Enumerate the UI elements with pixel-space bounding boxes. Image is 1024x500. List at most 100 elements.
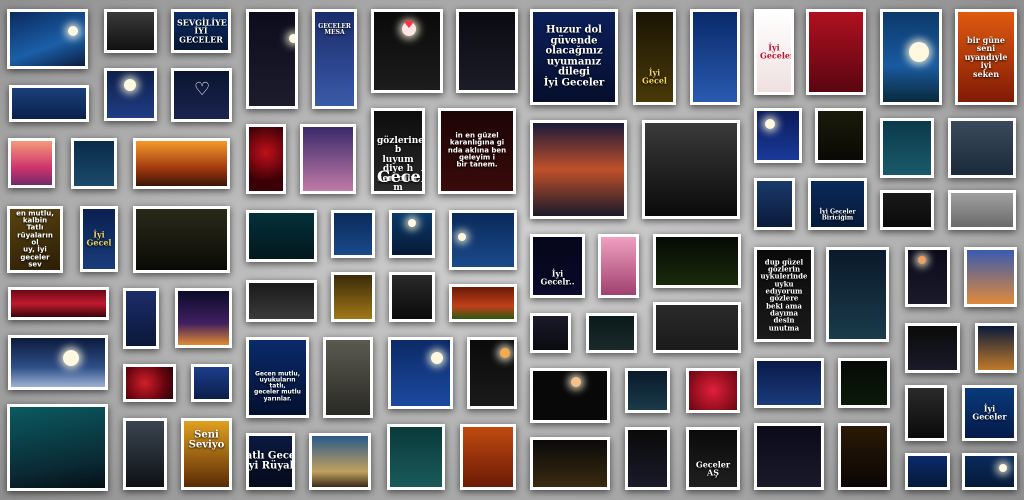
thumbnail-blue-text[interactable] (9, 85, 89, 122)
thumbnail-blue-tree[interactable] (754, 178, 795, 230)
thumbnail-dark-text[interactable] (815, 108, 866, 163)
thumbnail-en-guzel[interactable]: in en güzel karanlığına gi nda aklına be… (438, 108, 516, 194)
thumbnail-iyi-geceler-pink[interactable]: İyi Geceler (754, 9, 794, 95)
thumbnail-dark-quote2[interactable] (754, 423, 824, 490)
thumbnail-dark-rain[interactable] (389, 272, 435, 322)
caption-iyi-geceler-son: İyi Geceler (972, 403, 1007, 422)
thumbnail-night-text[interactable] (71, 138, 117, 189)
thumbnail-blue-night[interactable] (754, 358, 824, 408)
thumbnail-autumn-leaves[interactable] (460, 424, 516, 490)
thumbnail-pink-flowers[interactable] (598, 234, 639, 298)
thumbnail-green-glow[interactable] (838, 358, 890, 408)
thumbnail-teal-branch[interactable] (387, 424, 445, 490)
thumbnail-sevgiliye[interactable]: SEVGİLİYE İYİ GECELER (171, 9, 231, 53)
thumbnail-blue-script[interactable] (905, 453, 950, 490)
thumbnail-tulips[interactable] (449, 284, 517, 322)
thumbnail-green-text[interactable] (586, 313, 637, 353)
thumbnail-dark-heart[interactable] (905, 323, 960, 373)
thumbnail-tatli-geceler[interactable]: Tatlı Geceler iyi Rüyalar (246, 433, 295, 490)
thumbnail-moon-night[interactable] (7, 9, 88, 69)
thumbnail-purple-sky[interactable] (300, 124, 356, 194)
thumbnail-girl-window[interactable] (331, 210, 375, 258)
thumbnail-stars-text[interactable] (456, 9, 518, 93)
thumbnail-grey-text[interactable] (246, 280, 317, 322)
thumbnail-gray-text[interactable] (905, 385, 947, 441)
thumbnail-heart-moon[interactable]: ♥ (371, 9, 443, 93)
thumbnail-sea-moon[interactable] (975, 323, 1017, 373)
thumbnail-autumn-road[interactable] (133, 138, 230, 189)
thumbnail-foggy-road[interactable] (948, 118, 1016, 178)
caption-iyi-geceler-pink: İyi Geceler (760, 42, 794, 61)
thumbnail-dark-stars[interactable] (246, 9, 298, 109)
thumbnail-rain-road[interactable] (323, 337, 373, 418)
thumbnail-heart-lights[interactable]: ♡ (171, 68, 232, 122)
thumbnail-city-night[interactable] (530, 437, 610, 490)
thumbnail-seni-seviyorum[interactable]: Seni Seviyo (181, 418, 232, 490)
thumbnail-moon-lake-big[interactable] (880, 9, 942, 105)
thumbnail-moon-lights[interactable] (905, 247, 950, 307)
thumbnail-moon-blue[interactable] (104, 68, 157, 121)
thumbnail-dark-green[interactable] (653, 234, 741, 288)
thumbnail-red-hearts[interactable] (806, 9, 866, 95)
thumbnail-geceler-mesaj[interactable]: GECELER MESA (312, 9, 357, 109)
thumbnail-red-heart[interactable] (686, 368, 740, 413)
moon-icon (124, 79, 136, 91)
thumbnail-orange-moon[interactable] (467, 337, 517, 409)
thumbnail-couple-night[interactable] (123, 288, 159, 349)
thumbnail-iyi-geceler-blue[interactable] (191, 364, 232, 402)
thumbnail-rose-sunset[interactable] (964, 247, 1017, 307)
caption-iyi-geceler-serif: İyi Gecel (86, 229, 112, 248)
thumbnail-night-road[interactable] (530, 313, 571, 353)
caption-geceler-mesaj: GECELER MESA (318, 23, 351, 37)
thumbnail-golden-text[interactable]: en mutlu, kalbin Tatlı rüyaların ol uy, … (7, 206, 63, 273)
thumbnail-bir-gune[interactable]: bir güne seni uyandıyle iyi seken (955, 9, 1017, 105)
thumbnail-orange-text[interactable] (838, 423, 890, 490)
thumbnail-moon-lake[interactable] (388, 337, 453, 409)
thumbnail-stars-moon[interactable] (449, 210, 517, 270)
moon-icon (68, 26, 78, 36)
heart-icon: ♡ (194, 79, 211, 100)
thumbnail-crescent-night[interactable] (389, 210, 435, 258)
thumbnail-geceler-asi[interactable]: Geceler AŞ (686, 427, 740, 490)
thumbnail-moon-clouds[interactable] (8, 335, 108, 390)
thumbnail-red-roses-small[interactable] (625, 368, 670, 413)
thumbnail-iyi-geceler-kisa[interactable]: İyi Gecelr.. (530, 234, 585, 298)
thumbnail-moon-dark[interactable] (530, 368, 610, 423)
thumbnail-teal-quote[interactable] (7, 404, 108, 491)
caption-en-guzel: in en güzel karanlığına gi nda aklına be… (447, 131, 507, 170)
thumbnail-iyi-geceler-son[interactable]: İyi Geceler (962, 385, 1017, 441)
thumbnail-bw-road[interactable] (642, 120, 740, 219)
thumbnail-gece-mutlu[interactable]: Gecen mutlu, uyukuların tatlı, geceler m… (246, 337, 309, 418)
moon-icon (408, 219, 416, 227)
thumbnail-uykun[interactable]: dup güzel gözlerin uykulerinde uyku edıy… (754, 247, 814, 342)
thumbnail-sunset-clouds[interactable] (309, 433, 371, 490)
thumbnail-dove-dark[interactable] (653, 302, 741, 353)
thumbnail-geceler-biricigim[interactable]: İyi Geceler Biriciğim (808, 178, 867, 230)
thumbnail-blue-moon[interactable] (754, 108, 802, 163)
thumbnail-dark-rose[interactable] (880, 190, 934, 230)
thumbnail-night-sky[interactable] (826, 247, 889, 342)
caption-iyi-geceler-kisa: İyi Gecelr.. (540, 268, 575, 287)
wallpaper-collage: en mutlu, kalbin Tatlı rüyaların ol uy, … (0, 0, 1024, 500)
thumbnail-dark-quote[interactable] (133, 206, 230, 273)
thumbnail-roses[interactable] (123, 364, 176, 402)
thumbnail-city-lights[interactable] (175, 288, 232, 348)
thumbnail-dark-photo[interactable] (104, 9, 157, 53)
thumbnail-teal-tree[interactable] (880, 118, 934, 178)
thumbnail-iyi-geceler-sari[interactable]: İyi Gecel (633, 9, 676, 105)
thumbnail-eiffel-sunset[interactable] (8, 138, 55, 188)
thumbnail-iyi-geceler-gold[interactable] (331, 272, 375, 322)
thumbnail-star-night[interactable] (625, 427, 670, 490)
heart-icon: ♥ (404, 18, 414, 31)
thumbnail-sunset-sea[interactable] (530, 120, 627, 219)
thumbnail-grey-photo[interactable] (948, 190, 1016, 230)
thumbnail-red-rose[interactable] (246, 124, 286, 194)
thumbnail-shore-text[interactable] (246, 210, 317, 262)
thumbnail-huzur[interactable]: Huzur dol güvende olacağınız uyumanız di… (530, 9, 618, 105)
thumbnail-couple-silhouette[interactable]: İyi Gecel (80, 206, 118, 272)
thumbnail-couple-blue[interactable] (690, 9, 740, 105)
thumbnail-bare-tree[interactable] (123, 418, 167, 490)
thumbnail-gozlerine[interactable]: gözlerine b luyum diye h sen olur m Gece… (371, 108, 425, 194)
thumbnail-crescent-last[interactable] (962, 453, 1017, 490)
thumbnail-red-clouds[interactable] (8, 287, 109, 320)
